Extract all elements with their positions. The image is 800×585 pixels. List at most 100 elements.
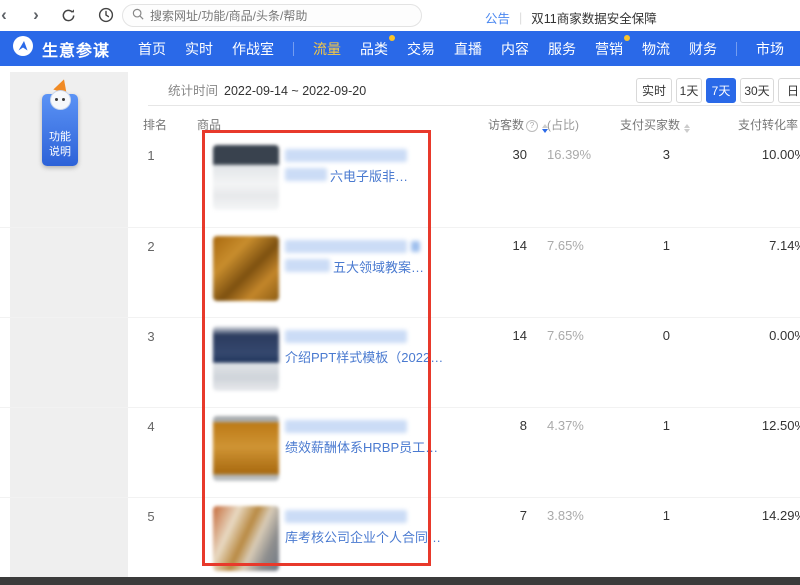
rank-cell: 5 (140, 509, 162, 524)
buyers-cell: 1 (663, 418, 670, 433)
visitors-cell: 30 (513, 147, 527, 162)
buyers-cell: 1 (663, 508, 670, 523)
visitors-cell: 8 (520, 418, 527, 433)
nav-item-trade[interactable]: 交易 (407, 39, 435, 59)
history-clock-icon[interactable] (96, 5, 116, 25)
blurred-title-line (285, 420, 407, 433)
conversion-cell: 14.29% (762, 508, 800, 523)
stat-time-label: 统计时间 (168, 84, 218, 98)
mascot-icon (46, 80, 76, 114)
blurred-title-line (285, 240, 407, 253)
nav-item-logistics[interactable]: 物流 (642, 39, 670, 59)
blurred-title-line (285, 510, 407, 523)
table-row: 3 介绍PPT样式模板（2022… 14 7.65% 0 0.00% (0, 317, 800, 407)
product-thumbnail[interactable] (213, 416, 279, 481)
announcement-label[interactable]: 公告 (485, 8, 510, 27)
nav-item-market[interactable]: 市场 (756, 39, 784, 59)
conversion-cell: 0.00% (769, 328, 800, 343)
nav-item-realtime[interactable]: 实时 (185, 39, 213, 59)
period-day-button[interactable]: 日 (778, 78, 800, 103)
stat-date-range: 2022-09-14 ~ 2022-09-20 (224, 84, 366, 98)
notification-dot (624, 35, 630, 41)
nav-divider (293, 42, 294, 56)
share-cell: 7.65% (547, 238, 584, 253)
rank-cell: 3 (140, 329, 162, 344)
buyers-cell: 1 (663, 238, 670, 253)
logo-icon (12, 35, 34, 62)
refresh-icon[interactable] (58, 5, 78, 25)
nav-item-category[interactable]: 品类 (360, 39, 388, 59)
nav-item-content[interactable]: 内容 (501, 39, 529, 59)
search-placeholder: 搜索网址/功能/商品/头条/帮助 (150, 7, 307, 24)
nav-item-warroom[interactable]: 作战室 (232, 39, 274, 59)
table-row: 1 六电子版非… 30 16.39% 3 10.00% (0, 137, 800, 227)
search-icon (132, 7, 144, 25)
nav-items: 首页 实时 作战室 流量 品类 交易 直播 内容 服务 营销 物流 财务 市场 … (138, 39, 800, 59)
product-thumbnail[interactable] (213, 326, 279, 391)
blurred-title-line (285, 149, 407, 162)
product-thumbnail[interactable] (213, 236, 279, 301)
period-30day-button[interactable]: 30天 (740, 78, 774, 103)
notification-dot (389, 35, 395, 41)
nav-item-finance[interactable]: 财务 (689, 39, 717, 59)
back-icon[interactable]: ‹ (0, 5, 14, 25)
blurred-title-chip (411, 241, 420, 252)
announcement: 公告 | 双11商家数据安全保障 (485, 8, 657, 27)
divider (148, 105, 800, 106)
sort-icon-buyers[interactable] (684, 124, 690, 133)
address-search-input[interactable]: 搜索网址/功能/商品/头条/帮助 (122, 4, 422, 27)
rank-cell: 4 (140, 419, 162, 434)
announcement-text[interactable]: 双11商家数据安全保障 (531, 8, 656, 27)
nav-item-home[interactable]: 首页 (138, 39, 166, 59)
col-rank: 排名 (143, 116, 167, 133)
nav-item-live[interactable]: 直播 (454, 39, 482, 59)
nav-item-traffic[interactable]: 流量 (313, 39, 341, 59)
stat-time: 统计时间 2022-09-14 ~ 2022-09-20 (168, 80, 366, 99)
top-nav: 生意参谋 首页 实时 作战室 流量 品类 交易 直播 内容 服务 营销 物流 财… (0, 31, 800, 66)
info-icon[interactable]: ? (526, 120, 538, 132)
period-realtime-button[interactable]: 实时 (636, 78, 672, 103)
product-thumbnail[interactable] (213, 145, 279, 210)
period-selector: 实时 1天 7天 30天 日 (636, 78, 800, 103)
col-visitors[interactable]: 访客数? (488, 116, 548, 133)
brand-name: 生意参谋 (42, 37, 110, 61)
col-buyers[interactable]: 支付买家数 (620, 116, 690, 133)
rank-cell: 1 (140, 148, 162, 163)
bottom-bar (0, 577, 800, 585)
blurred-title-prefix (285, 259, 330, 272)
product-title-link[interactable]: 介绍PPT样式模板（2022… (285, 347, 443, 366)
app-window: ‹ › 搜索网址/功能/商品/头条/帮助 公告 | 双11商家数据安全保障 生意… (0, 0, 800, 585)
table-header: 排名 商品 访客数? (占比) 支付买家数 支付转化率? (0, 110, 800, 137)
nav-item-marketing[interactable]: 营销 (595, 39, 623, 59)
forward-icon[interactable]: › (26, 5, 46, 25)
conversion-cell: 7.14% (769, 238, 800, 253)
conversion-cell: 10.00% (762, 147, 800, 162)
announcement-divider: | (519, 11, 522, 25)
blurred-title-line (285, 330, 407, 343)
share-cell: 7.65% (547, 328, 584, 343)
brand[interactable]: 生意参谋 (12, 35, 110, 62)
product-title-link[interactable]: 绩效薪酬体系HRBP员工… (285, 437, 438, 456)
rank-cell: 2 (140, 239, 162, 254)
browser-bar: ‹ › 搜索网址/功能/商品/头条/帮助 公告 | 双11商家数据安全保障 (0, 0, 800, 31)
share-cell: 4.37% (547, 418, 584, 433)
table-row: 5 库考核公司企业个人合同… 7 3.83% 1 14.29% (0, 497, 800, 577)
product-title-link[interactable]: 五大领域教案… (333, 257, 424, 276)
nav-item-service[interactable]: 服务 (548, 39, 576, 59)
nav-divider (736, 42, 737, 56)
period-7day-button[interactable]: 7天 (706, 78, 736, 103)
visitors-cell: 7 (520, 508, 527, 523)
period-1day-button[interactable]: 1天 (676, 78, 702, 103)
conversion-cell: 12.50% (762, 418, 800, 433)
share-cell: 16.39% (547, 147, 591, 162)
buyers-cell: 0 (663, 328, 670, 343)
product-thumbnail[interactable] (213, 506, 279, 571)
visitors-cell: 14 (513, 238, 527, 253)
buyers-cell: 3 (663, 147, 670, 162)
product-title-link[interactable]: 库考核公司企业个人合同… (285, 527, 441, 546)
visitors-cell: 14 (513, 328, 527, 343)
col-conversion[interactable]: 支付转化率? (738, 116, 800, 133)
col-share: (占比) (547, 116, 579, 133)
table-row: 4 绩效薪酬体系HRBP员工… 8 4.37% 1 12.50% (0, 407, 800, 497)
product-title-link[interactable]: 六电子版非… (330, 166, 408, 185)
